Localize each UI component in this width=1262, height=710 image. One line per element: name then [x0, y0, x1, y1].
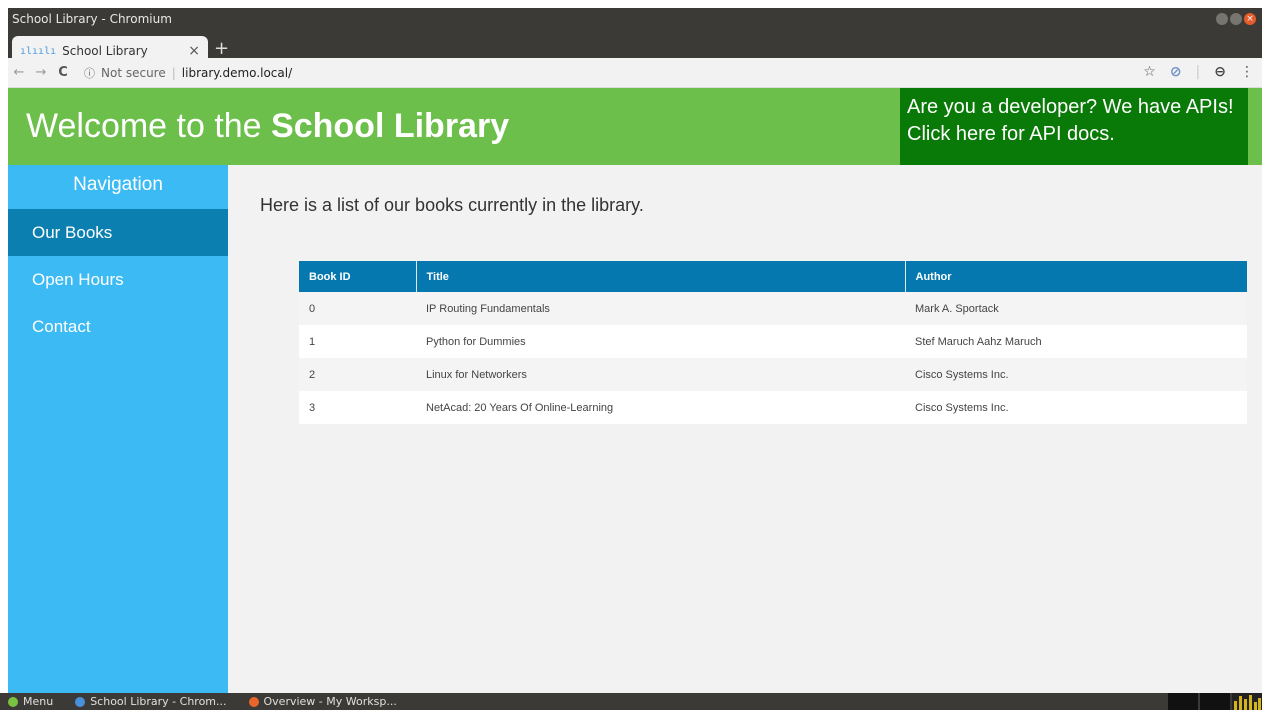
security-label[interactable]: Not secure	[101, 66, 166, 80]
overview-app-icon	[248, 696, 259, 707]
cell-title: Linux for Networkers	[416, 358, 905, 391]
bookmark-star-icon[interactable]: ☆	[1143, 64, 1156, 80]
cell-title: NetAcad: 20 Years Of Online-Learning	[416, 391, 905, 424]
taskbar-item-label: School Library - Chrom...	[90, 695, 227, 708]
browser-menu-icon[interactable]: ⋮	[1240, 64, 1254, 80]
taskbar-menu-button[interactable]: Menu	[0, 695, 53, 708]
intro-text: Here is a list of our books currently in…	[260, 195, 644, 215]
cisco-favicon-icon: ılıılı	[20, 45, 57, 57]
new-tab-button[interactable]: +	[214, 40, 229, 58]
sidebar: Navigation Our Books Open Hours Contact	[8, 165, 228, 693]
site-title-bold: School Library	[271, 107, 510, 145]
tab-title: School Library	[62, 44, 148, 58]
cell-title: IP Routing Fundamentals	[416, 292, 905, 325]
cell-book-id: 0	[299, 292, 416, 325]
site-info-icon[interactable]: ⓘ	[84, 65, 95, 81]
site-header: Welcome to the School Library Are you a …	[8, 88, 1262, 165]
cpu-graph-icon	[1232, 693, 1262, 710]
extension-icon[interactable]: ⊘	[1170, 64, 1182, 80]
table-row: 2 Linux for Networkers Cisco Systems Inc…	[299, 358, 1247, 391]
maximize-button[interactable]	[1230, 13, 1242, 25]
web-page: Welcome to the School Library Are you a …	[8, 88, 1262, 693]
site-title: Welcome to the School Library	[26, 102, 509, 150]
nav-heading: Navigation	[73, 174, 163, 195]
toolbar-actions: ☆ ⊘ | ⊖ ⋮	[1143, 64, 1254, 80]
sidebar-item-open-hours[interactable]: Open Hours	[8, 256, 228, 303]
cell-author: Stef Maruch Aahz Maruch	[905, 325, 1247, 358]
window-titlebar: School Library - Chromium ×	[8, 8, 1262, 30]
table-row: 0 IP Routing Fundamentals Mark A. Sporta…	[299, 292, 1247, 325]
cell-author: Cisco Systems Inc.	[905, 391, 1247, 424]
header-title: Title	[416, 261, 906, 292]
os-taskbar: Menu School Library - Chrom... Overview …	[0, 693, 1262, 710]
system-tray-block	[1200, 693, 1230, 710]
minimize-button[interactable]	[1216, 13, 1228, 25]
chromium-icon	[75, 696, 86, 707]
header-book-id: Book ID	[299, 261, 417, 292]
menu-icon	[8, 696, 18, 707]
forward-button[interactable]: →	[30, 65, 52, 80]
tab-close-icon[interactable]: ×	[188, 43, 200, 59]
taskbar-item-chromium[interactable]: School Library - Chrom...	[67, 695, 227, 708]
cell-book-id: 2	[299, 358, 416, 391]
taskbar-item-label: Overview - My Worksp...	[263, 695, 397, 708]
table-row: 3 NetAcad: 20 Years Of Online-Learning C…	[299, 391, 1247, 424]
taskbar-item-overview[interactable]: Overview - My Worksp...	[241, 695, 397, 708]
cell-title: Python for Dummies	[416, 325, 905, 358]
address-bar-url[interactable]: library.demo.local/	[182, 66, 292, 80]
taskbar-menu-label: Menu	[23, 695, 54, 708]
sidebar-item-our-books[interactable]: Our Books	[8, 209, 228, 256]
close-window-button[interactable]: ×	[1244, 13, 1256, 25]
profile-icon[interactable]: ⊖	[1214, 64, 1226, 80]
api-docs-link[interactable]: Are you a developer? We have APIs! Click…	[900, 88, 1248, 165]
books-table: Book ID Title Author 0 IP Routing Fundam…	[299, 261, 1247, 424]
sidebar-item-contact[interactable]: Contact	[8, 303, 228, 350]
back-button[interactable]: ←	[8, 65, 30, 80]
window-controls: ×	[1216, 13, 1256, 25]
api-line-2: Click here for API docs.	[907, 123, 1115, 145]
site-title-prefix: Welcome to the	[26, 107, 262, 145]
reload-button[interactable]: C	[52, 65, 74, 80]
table-row: 1 Python for Dummies Stef Maruch Aahz Ma…	[299, 325, 1247, 358]
browser-window: School Library - Chromium × ılıılı Schoo…	[8, 8, 1262, 693]
cell-author: Mark A. Sportack	[905, 292, 1247, 325]
window-title: School Library - Chromium	[12, 12, 172, 26]
toolbar-separator: |	[1195, 64, 1201, 80]
cell-book-id: 3	[299, 391, 416, 424]
address-separator: |	[171, 65, 176, 80]
system-tray-block	[1168, 693, 1198, 710]
header-author: Author	[905, 261, 1247, 292]
cell-book-id: 1	[299, 325, 416, 358]
table-header-row: Book ID Title Author	[299, 261, 1247, 292]
api-line-1: Are you a developer? We have APIs!	[907, 96, 1234, 118]
main-content: Here is a list of our books currently in…	[228, 165, 1262, 693]
desktop: School Library - Chromium × ılıılı Schoo…	[0, 0, 1262, 710]
cell-author: Cisco Systems Inc.	[905, 358, 1247, 391]
browser-toolbar: ← → C ⓘ Not secure | library.demo.local/…	[8, 58, 1262, 88]
